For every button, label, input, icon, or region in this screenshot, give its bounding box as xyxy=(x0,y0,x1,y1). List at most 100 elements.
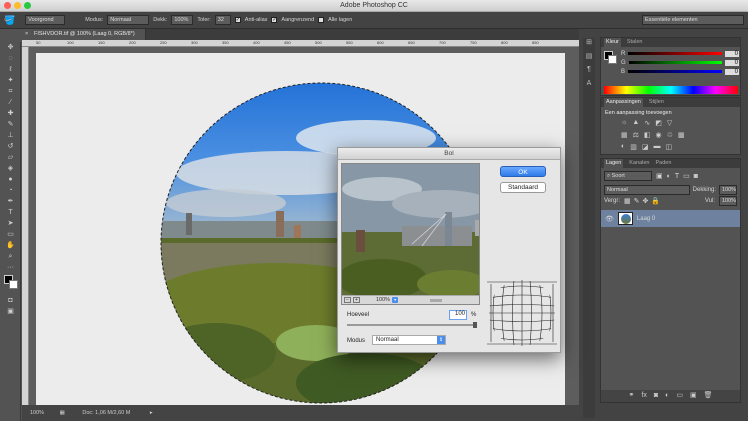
layer-opacity-input[interactable]: 100% xyxy=(719,184,737,195)
new-layer-icon[interactable]: ▣ xyxy=(690,390,697,402)
ok-button[interactable]: OK xyxy=(500,166,546,177)
exposure-icon[interactable]: ◩ xyxy=(655,119,662,131)
zoom-window-button[interactable] xyxy=(24,2,31,9)
minimize-window-button[interactable] xyxy=(14,2,21,9)
visibility-eye-icon[interactable]: 👁 xyxy=(605,215,614,223)
marquee-tool-icon[interactable]: ◌ xyxy=(0,53,21,64)
lasso-tool-icon[interactable]: ℓ xyxy=(0,64,21,75)
pen-tool-icon[interactable]: ✒ xyxy=(0,196,21,207)
character-icon[interactable]: A xyxy=(583,80,595,94)
preview-hscroll[interactable] xyxy=(430,298,443,302)
background-color-swatch[interactable] xyxy=(9,280,18,289)
reset-button[interactable]: Standaard xyxy=(500,182,546,193)
channel-mixer-icon[interactable]: ♲ xyxy=(667,131,673,143)
preview-zoom-value[interactable]: 100% xyxy=(376,297,390,303)
amount-slider-thumb[interactable] xyxy=(473,322,477,328)
zoom-in-button[interactable]: + xyxy=(353,297,360,303)
zoom-tool-icon[interactable]: ⌕ xyxy=(0,251,21,262)
link-layers-icon[interactable]: ⚭ xyxy=(629,390,635,402)
background-color-chip[interactable] xyxy=(608,55,617,64)
paint-bucket-tool-icon[interactable]: ◈ xyxy=(0,163,21,174)
contiguous-checkbox[interactable]: ✓ xyxy=(271,17,278,23)
magic-wand-tool-icon[interactable]: ✦ xyxy=(0,75,21,86)
crop-tool-icon[interactable]: ⌗ xyxy=(0,86,21,97)
tab-swatches[interactable]: Stalen xyxy=(627,38,643,47)
brightness-contrast-icon[interactable]: ☼ xyxy=(621,119,627,131)
mode-dropdown[interactable]: Normaal ⇕ xyxy=(372,335,446,345)
preview-vscroll[interactable] xyxy=(475,220,479,236)
slider-b[interactable] xyxy=(628,70,722,73)
close-window-button[interactable] xyxy=(4,2,11,9)
paint-bucket-icon[interactable]: 🪣 xyxy=(4,15,15,26)
color-balance-icon[interactable]: ⚖ xyxy=(633,131,639,143)
healing-brush-tool-icon[interactable]: ✚ xyxy=(0,108,21,119)
lock-icons[interactable]: ▦✎✥🔒 xyxy=(624,197,663,205)
screen-mode-icon[interactable]: ▣ xyxy=(0,306,21,317)
eraser-tool-icon[interactable]: ▱ xyxy=(0,152,21,163)
dialog-preview[interactable]: − + 100% ▾ xyxy=(341,163,480,305)
dodge-tool-icon[interactable]: ◔ xyxy=(0,185,21,196)
zoom-out-button[interactable]: − xyxy=(344,297,351,303)
eyedropper-tool-icon[interactable]: ⁄ xyxy=(0,97,21,108)
tab-styles[interactable]: Stijlen xyxy=(649,98,664,107)
black-white-icon[interactable]: ◧ xyxy=(644,131,651,143)
properties-icon[interactable]: ▤ xyxy=(583,52,595,66)
brush-tool-icon[interactable]: ✎ xyxy=(0,119,21,130)
tab-adjustments[interactable]: Aanpassingen xyxy=(604,98,643,107)
invert-icon[interactable]: ◐ xyxy=(621,143,625,155)
slider-r[interactable] xyxy=(628,52,722,55)
selective-color-icon[interactable]: ◫ xyxy=(665,143,672,155)
layer-row[interactable]: 👁 Laag 0 xyxy=(601,210,740,227)
gradient-map-icon[interactable]: ▬ xyxy=(653,143,660,155)
more-tools-icon[interactable]: ··· xyxy=(0,262,21,273)
value-b[interactable]: 0 xyxy=(725,68,739,75)
document-tab[interactable]: FISHVDOR.tif @ 100% (Laag 0, RGB/8*) × xyxy=(22,29,146,40)
tab-channels[interactable]: Kanalen xyxy=(629,159,649,168)
amount-slider-track[interactable] xyxy=(347,322,477,328)
clone-stamp-tool-icon[interactable]: ⊥ xyxy=(0,130,21,141)
path-selection-tool-icon[interactable]: ➤ xyxy=(0,218,21,229)
slider-g[interactable] xyxy=(628,61,722,64)
all-layers-checkbox[interactable] xyxy=(318,17,325,23)
type-tool-icon[interactable]: T xyxy=(0,207,21,218)
zoom-level[interactable]: 100% xyxy=(30,410,44,416)
value-r[interactable]: 0 xyxy=(725,50,739,57)
blend-mode-dropdown[interactable]: Normaal xyxy=(604,184,690,195)
paragraph-icon[interactable]: ¶ xyxy=(583,66,595,80)
posterize-icon[interactable]: ▥ xyxy=(630,143,637,155)
hand-tool-icon[interactable]: ✋ xyxy=(0,240,21,251)
tool-preset-dropdown[interactable]: Voorgrond xyxy=(25,15,66,25)
value-g[interactable]: 0 xyxy=(725,59,739,66)
blur-tool-icon[interactable]: ● xyxy=(0,174,21,185)
layer-style-icon[interactable]: fx xyxy=(641,390,646,402)
zoom-dropdown-icon[interactable]: ▾ xyxy=(392,297,399,303)
filter-icons[interactable]: ▣◐T▭◙ xyxy=(656,172,702,180)
curves-icon[interactable]: ∿ xyxy=(644,119,650,131)
new-adjustment-icon[interactable]: ◐ xyxy=(665,390,669,402)
levels-icon[interactable]: ▲ xyxy=(632,119,639,131)
color-spectrum-ramp[interactable] xyxy=(604,86,738,94)
close-tab-icon[interactable]: × xyxy=(25,29,28,40)
workspace-dropdown[interactable]: Essentiële elementen xyxy=(642,15,744,25)
history-icon[interactable]: ⊞ xyxy=(583,38,595,52)
rectangle-tool-icon[interactable]: ▭ xyxy=(0,229,21,240)
hue-saturation-icon[interactable]: ▦ xyxy=(621,131,628,143)
vibrance-icon[interactable]: ▽ xyxy=(667,119,672,131)
status-arrow-icon[interactable]: ▸ xyxy=(150,410,153,416)
new-group-icon[interactable]: ▭ xyxy=(676,390,683,402)
opacity-input[interactable]: 100% xyxy=(171,15,194,25)
history-brush-tool-icon[interactable]: ↺ xyxy=(0,141,21,152)
antialias-checkbox[interactable]: ✓ xyxy=(234,17,241,23)
tab-layers[interactable]: Lagen xyxy=(604,159,624,168)
threshold-icon[interactable]: ◪ xyxy=(642,143,649,155)
layer-filter-dropdown[interactable]: ⌕ Soort xyxy=(604,171,652,181)
color-swatches[interactable] xyxy=(0,273,20,295)
add-mask-icon[interactable]: ◙ xyxy=(654,390,658,402)
tolerance-input[interactable]: 32 xyxy=(214,15,231,25)
fill-input[interactable]: 100% xyxy=(719,196,737,206)
amount-input[interactable]: 100 xyxy=(449,310,467,320)
trash-icon[interactable]: 🗑 xyxy=(704,390,713,402)
quick-mask-icon[interactable]: ◘ xyxy=(0,295,21,306)
color-lookup-icon[interactable]: ▩ xyxy=(678,131,685,143)
tab-paths[interactable]: Paden xyxy=(655,159,671,168)
